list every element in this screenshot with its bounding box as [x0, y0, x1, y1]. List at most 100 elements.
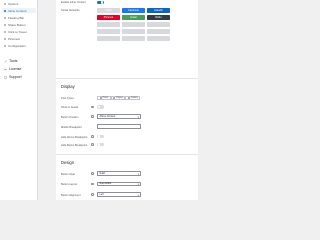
toggle-knob: [100, 1, 104, 4]
help-icon: [4, 75, 7, 79]
display-section-title: Display: [61, 84, 75, 89]
network-button-label: Pinterest: [103, 16, 114, 19]
button-layout-label: Button Layout: [61, 183, 78, 186]
network-button[interactable]: [147, 22, 170, 27]
network-button[interactable]: [122, 36, 145, 41]
section-divider: [56, 154, 198, 155]
button-style-select[interactable]: Solid ▾: [97, 171, 141, 176]
hide-below-breakpoint-label: Hide Below Breakpoint: [61, 143, 88, 147]
button-style-label: Button Style: [61, 172, 75, 176]
button-layout-select[interactable]: Auto Width ▾: [97, 181, 141, 187]
options-icon: [4, 2, 6, 5]
sidebar-item-label: Pinterest: [8, 36, 20, 41]
network-button[interactable]: [122, 22, 145, 27]
design-section-title: Design: [61, 160, 75, 165]
enable-toggle[interactable]: [97, 0, 104, 5]
help-icon[interactable]: ?: [91, 143, 94, 146]
post-type-label: Pages: [116, 97, 123, 99]
network-button[interactable]: Email: [122, 15, 145, 20]
network-button[interactable]: [122, 29, 145, 34]
network-button[interactable]: [97, 29, 120, 34]
sidebar-item-floating-bar[interactable]: Floating Bar: [2, 15, 36, 20]
sidebar-item-inline-content[interactable]: Inline Content: [2, 8, 36, 13]
post-type-galaxy-option[interactable]: Galaxy: [125, 96, 141, 100]
radio-circle: [99, 97, 102, 99]
sidebar-item-configuration[interactable]: Configuration: [2, 43, 36, 48]
enable-label: Enable Inline Content: [61, 1, 86, 4]
select-value: Left: [99, 192, 104, 196]
inline-content-icon: [4, 9, 6, 12]
toggle-knob: [97, 105, 101, 109]
toggle-knob: [97, 135, 101, 138]
sidebar-item-label: Share Button: [8, 22, 26, 27]
network-button[interactable]: LinkedIn: [147, 8, 170, 13]
network-button[interactable]: Pinterest: [97, 15, 120, 20]
sidebar-item-support[interactable]: Support: [2, 74, 36, 80]
share-button-icon: [4, 23, 6, 26]
help-icon[interactable]: ?: [91, 115, 94, 118]
network-button-label: Twitter: [104, 9, 113, 12]
chevron-down-icon: ▾: [137, 193, 139, 197]
settings-sidebar: Options Inline Content Floating Bar Shar…: [0, 0, 38, 200]
post-types-label: Post Types: [61, 96, 74, 100]
network-button-label: LinkedIn: [153, 9, 164, 12]
network-button[interactable]: Twitter: [97, 8, 120, 13]
toggle-knob: [97, 143, 101, 146]
network-button[interactable]: Buffer: [147, 15, 170, 20]
network-button[interactable]: [97, 36, 120, 41]
sidebar-item-label: Inline Content: [8, 8, 27, 13]
mobile-breakpoint-input[interactable]: [97, 124, 141, 129]
chevron-down-icon: ▾: [137, 172, 139, 176]
help-icon[interactable]: ?: [91, 135, 94, 138]
mobile-breakpoint-label: Mobile Breakpoint: [61, 125, 82, 129]
post-type-posts-option[interactable]: Posts: [97, 96, 111, 100]
network-button-label: Buffer: [155, 16, 162, 19]
button-alignment-label: Button Alignment: [61, 193, 81, 197]
button-position-label: Button Position: [61, 115, 79, 119]
help-icon[interactable]: ?: [91, 105, 94, 108]
sidebar-item-pinterest[interactable]: Pinterest: [2, 36, 36, 41]
sidebar-item-tools[interactable]: Tools: [2, 58, 36, 64]
hide-below-breakpoint-toggle[interactable]: [97, 142, 104, 147]
help-icon[interactable]: ?: [91, 193, 94, 196]
network-button-label: Email: [130, 16, 137, 19]
network-button[interactable]: [97, 22, 120, 27]
click-to-tweet-icon: [4, 30, 6, 33]
select-value: Auto Width: [99, 182, 112, 186]
show-in-feeds-toggle[interactable]: [97, 105, 104, 109]
sidebar-item-options[interactable]: Options: [2, 1, 36, 6]
post-type-label: Galaxy: [130, 97, 138, 99]
button-alignment-select[interactable]: Left ▾: [97, 192, 141, 197]
sidebar-item-click-to-tweet[interactable]: Click to Tweet: [2, 29, 36, 34]
help-icon[interactable]: ?: [91, 182, 94, 185]
networks-label: Social Networks: [61, 9, 80, 12]
show-in-feeds-label: Show in Feeds: [61, 106, 79, 109]
button-position-select[interactable]: Above Content ▾: [97, 114, 141, 119]
sidebar-item-label: Options: [8, 1, 19, 6]
select-value: Above Content: [99, 114, 116, 118]
select-value: Solid: [99, 171, 105, 175]
sidebar-item-license[interactable]: License: [2, 66, 36, 72]
post-types-radio-group: Posts Pages Galaxy: [97, 96, 141, 100]
post-type-pages-option[interactable]: Pages: [110, 96, 126, 100]
post-type-label: Posts: [102, 97, 109, 99]
sidebar-item-label: License: [9, 67, 22, 71]
help-icon[interactable]: ?: [91, 172, 94, 175]
tools-icon: [4, 59, 7, 63]
network-button-label: Facebook: [128, 9, 139, 12]
chevron-down-icon: ▾: [137, 115, 139, 119]
sidebar-item-label: Floating Bar: [8, 15, 25, 20]
pinterest-icon: [4, 37, 6, 40]
floating-bar-icon: [4, 16, 6, 19]
chevron-down-icon: ▾: [137, 183, 139, 187]
sidebar-item-share-button[interactable]: Share Button: [2, 22, 36, 27]
sidebar-item-label: Support: [9, 75, 22, 79]
network-button[interactable]: Facebook: [122, 8, 145, 13]
sidebar-item-label: Tools: [9, 59, 18, 63]
hide-above-breakpoint-toggle[interactable]: [97, 134, 104, 139]
key-icon: [4, 68, 7, 70]
section-divider: [56, 78, 198, 79]
network-button[interactable]: [147, 36, 170, 41]
hide-above-breakpoint-label: Hide Above Breakpoint: [61, 135, 88, 139]
network-button[interactable]: [147, 29, 170, 34]
